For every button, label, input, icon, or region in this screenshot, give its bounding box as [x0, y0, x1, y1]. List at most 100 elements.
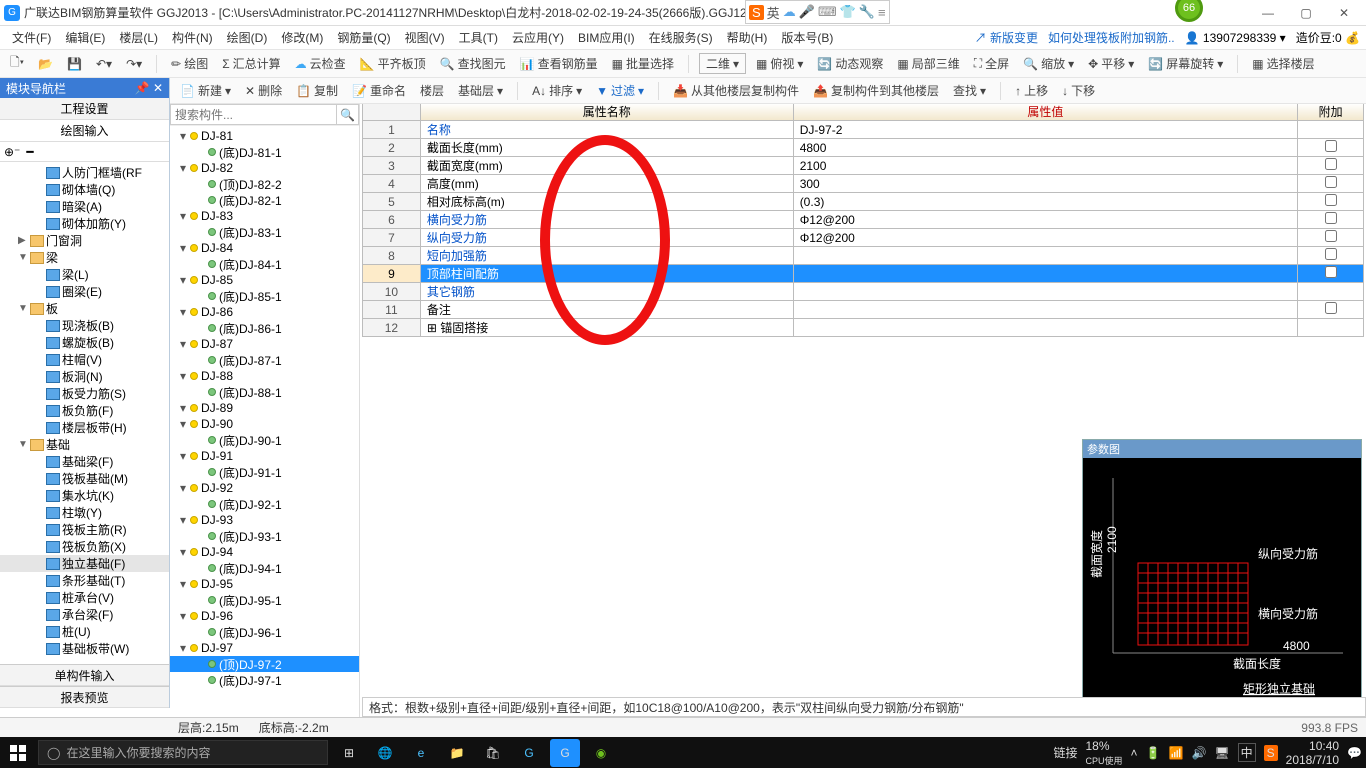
find-btn[interactable]: 🔍 查找图元 [436, 54, 510, 73]
tray-battery-icon[interactable]: 🔋 [1146, 746, 1161, 760]
component-tree-item[interactable]: (顶)DJ-97-2 [170, 656, 359, 672]
app-360-icon[interactable]: ◉ [586, 739, 616, 767]
component-tree-item[interactable]: ▾DJ-91 [170, 448, 359, 464]
nav-tree-item[interactable]: 基础梁(F) [0, 453, 169, 470]
top-view-btn[interactable]: ▦ 俯视▾ [752, 54, 807, 73]
component-tree-item[interactable]: (底)DJ-96-1 [170, 624, 359, 640]
panel-close-icon[interactable]: ✕ [153, 81, 163, 95]
foundation-dropdown[interactable]: 基础层 ▾ [454, 81, 507, 100]
nav-tree-item[interactable]: 柱帽(V) [0, 351, 169, 368]
component-tree-item[interactable]: ▾DJ-97 [170, 640, 359, 656]
component-tree-item[interactable]: ▾DJ-94 [170, 544, 359, 560]
search-icon[interactable]: 🔍 [337, 104, 359, 125]
menu-modify[interactable]: 修改(M) [275, 27, 329, 48]
ime-toolbar[interactable]: S 英 ☁ 🎤 ⌨ 👕 🔧 ≡ [745, 0, 890, 24]
draw-btn[interactable]: ✏ 绘图 [167, 54, 212, 73]
tray-cpu[interactable]: 18%CPU使用 [1086, 739, 1123, 767]
component-tree-item[interactable]: ▾DJ-92 [170, 480, 359, 496]
nav-tree-item[interactable]: 筏板主筋(R) [0, 521, 169, 538]
sort-btn[interactable]: A↓ 排序▾ [528, 81, 586, 100]
zoom-btn[interactable]: 🔍 缩放▾ [1019, 54, 1078, 73]
component-tree-item[interactable]: ▾DJ-82 [170, 160, 359, 176]
ime-keyboard-icon[interactable]: ⌨ [818, 4, 837, 20]
taskbar-search[interactable]: ◯ 在这里输入你要搜索的内容 [38, 740, 328, 765]
nav-tree-item[interactable]: 板洞(N) [0, 368, 169, 385]
pin-icon[interactable]: 📌 [135, 81, 150, 95]
ime-menu-icon[interactable]: ≡ [878, 5, 886, 20]
property-row[interactable]: 9顶部柱间配筋 [363, 265, 1364, 283]
property-row[interactable]: 1名称DJ-97-2 [363, 121, 1364, 139]
nav-tree-item[interactable]: 砌体墙(Q) [0, 181, 169, 198]
save-icon[interactable]: 💾 [63, 56, 86, 72]
cloud-check-btn[interactable]: ☁ 云检查 [291, 54, 350, 73]
extra-checkbox[interactable] [1325, 212, 1337, 224]
tray-ime[interactable]: 中 [1238, 743, 1256, 762]
new-file-icon[interactable]: 🗋▾ [6, 52, 28, 75]
nav-tab-report[interactable]: 报表预览 [0, 686, 169, 708]
component-tree-item[interactable]: (底)DJ-85-1 [170, 288, 359, 304]
extra-checkbox[interactable] [1325, 248, 1337, 260]
nav-collapse-icon[interactable]: ━ [26, 145, 33, 159]
component-tree-item[interactable]: ▾DJ-93 [170, 512, 359, 528]
component-tree-item[interactable]: (底)DJ-93-1 [170, 528, 359, 544]
nav-tree-item[interactable]: 柱墩(Y) [0, 504, 169, 521]
nav-tree-item[interactable]: ▼ 板 [0, 300, 169, 317]
component-tree-item[interactable]: (底)DJ-90-1 [170, 432, 359, 448]
property-row[interactable]: 5相对底标高(m)(0.3) [363, 193, 1364, 211]
delete-btn[interactable]: ✕ 删除 [241, 81, 286, 100]
component-tree-item[interactable]: (底)DJ-81-1 [170, 144, 359, 160]
tray-up-icon[interactable]: ˄ [1131, 746, 1138, 760]
component-tree-item[interactable]: ▾DJ-89 [170, 400, 359, 416]
select-floor-btn[interactable]: ▦ 选择楼层 [1248, 54, 1318, 73]
close-button[interactable]: ✕ [1334, 6, 1354, 20]
nav-tree-item[interactable]: 承台梁(F) [0, 606, 169, 623]
menu-online[interactable]: 在线服务(S) [643, 27, 719, 48]
nav-tab-project[interactable]: 工程设置 [0, 98, 169, 120]
nav-tree-item[interactable]: 桩(U) [0, 623, 169, 640]
nav-tree-item[interactable]: 筏板负筋(X) [0, 538, 169, 555]
property-row[interactable]: 12⊞ 锚固搭接 [363, 319, 1364, 337]
nav-tree-item[interactable]: ▶ 门窗洞 [0, 232, 169, 249]
component-tree-item[interactable]: (底)DJ-82-1 [170, 192, 359, 208]
property-row[interactable]: 10其它钢筋 [363, 283, 1364, 301]
component-tree-item[interactable]: (顶)DJ-82-2 [170, 176, 359, 192]
ime-lang[interactable]: 英 [767, 3, 780, 22]
property-row[interactable]: 8短向加强筋 [363, 247, 1364, 265]
new-btn[interactable]: 📄 新建▾ [176, 81, 235, 100]
nav-tree-item[interactable]: 独立基础(F) [0, 555, 169, 572]
extra-checkbox[interactable] [1325, 230, 1337, 242]
tray-network-icon[interactable]: 📶 [1168, 746, 1183, 760]
filter-btn[interactable]: ▼ 过滤▾ [592, 81, 648, 100]
local3d-btn[interactable]: ▦ 局部三维 [893, 54, 963, 73]
nav-tree-item[interactable]: ▼ 基础 [0, 436, 169, 453]
menu-help[interactable]: 帮助(H) [721, 27, 774, 48]
ime-cloud-icon[interactable]: ☁ [783, 4, 796, 20]
ime-tool-icon[interactable]: 🔧 [859, 4, 875, 20]
component-tree-item[interactable]: ▾DJ-84 [170, 240, 359, 256]
menu-view[interactable]: 视图(V) [399, 27, 451, 48]
component-tree-item[interactable]: ▾DJ-96 [170, 608, 359, 624]
nav-tree-item[interactable]: 集水坑(K) [0, 487, 169, 504]
menu-cloud[interactable]: 云应用(Y) [506, 27, 570, 48]
component-tree[interactable]: ▾DJ-81(底)DJ-81-1▾DJ-82(顶)DJ-82-2(底)DJ-82… [170, 126, 359, 717]
explorer-icon[interactable]: 📁 [442, 739, 472, 767]
tray-notifications-icon[interactable]: 💬 [1347, 746, 1362, 760]
dim-dropdown[interactable]: 二维 ▾ [699, 53, 746, 74]
menu-component[interactable]: 构件(N) [166, 27, 219, 48]
component-tree-item[interactable]: (底)DJ-97-1 [170, 672, 359, 688]
component-tree-item[interactable]: ▾DJ-81 [170, 128, 359, 144]
open-file-icon[interactable]: 📂 [34, 56, 57, 72]
flatten-btn[interactable]: 📐 平齐板顶 [356, 54, 430, 73]
extra-checkbox[interactable] [1325, 158, 1337, 170]
nav-tab-draw[interactable]: 绘图输入 [0, 120, 169, 142]
extra-checkbox[interactable] [1325, 194, 1337, 206]
edge-icon[interactable]: e [406, 739, 436, 767]
menu-file[interactable]: 文件(F) [6, 27, 57, 48]
search-btn[interactable]: 查找▾ [949, 81, 990, 100]
nav-tree-item[interactable]: 砌体加筋(Y) [0, 215, 169, 232]
rename-btn[interactable]: 📝 重命名 [348, 81, 410, 100]
task-view-icon[interactable]: ⊞ [334, 739, 364, 767]
nav-expand-icon[interactable]: ⊕⁻ [4, 145, 20, 159]
app-ggj-icon[interactable]: G [550, 739, 580, 767]
nav-tree-item[interactable]: 条形基础(T) [0, 572, 169, 589]
